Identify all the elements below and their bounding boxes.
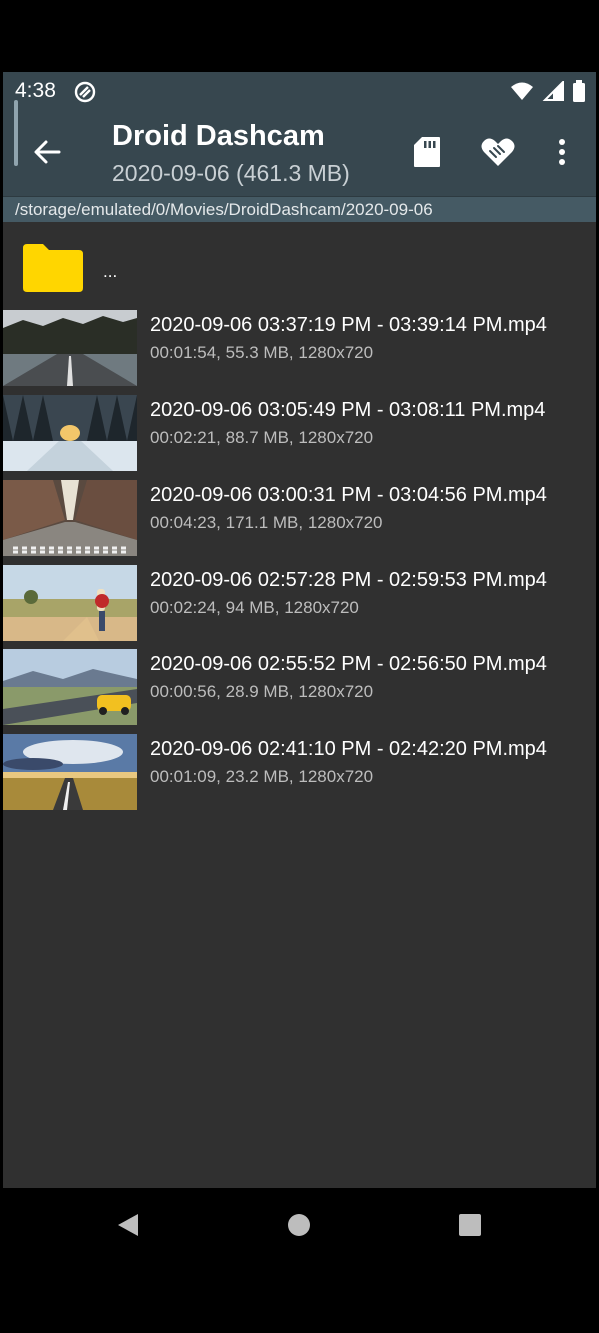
file-item[interactable]: 2020-09-06 03:05:49 PM - 03:08:11 PM.mp4… <box>3 395 596 475</box>
system-nav-bar <box>0 1188 599 1260</box>
folder-icon <box>23 244 83 292</box>
video-thumbnail <box>3 480 137 556</box>
screen: 4:38 Droid Dashcam 2020-09-06 (461.3 MB) <box>0 0 599 1333</box>
file-meta: 00:02:21, 88.7 MB, 1280x720 <box>150 428 374 447</box>
battery-icon <box>572 80 586 107</box>
sd-card-icon <box>414 137 440 167</box>
status-time: 4:38 <box>15 79 56 102</box>
path-text: /storage/emulated/0/Movies/DroidDashcam/… <box>15 200 433 219</box>
file-list: ... 2020-09-06 03:37:19 PM - 03:39:14 PM… <box>3 222 596 1188</box>
app-bar: Droid Dashcam 2020-09-06 (461.3 MB) <box>3 110 596 196</box>
parent-folder-label: ... <box>103 262 118 281</box>
nav-home-button[interactable] <box>282 1208 316 1242</box>
file-meta: 00:01:09, 23.2 MB, 1280x720 <box>150 767 374 786</box>
nav-back-button[interactable] <box>111 1208 145 1242</box>
file-name: 2020-09-06 03:05:49 PM - 03:08:11 PM.mp4 <box>150 399 546 421</box>
file-meta: 00:00:56, 28.9 MB, 1280x720 <box>150 682 374 701</box>
more-vert-icon <box>559 139 565 165</box>
video-thumbnail <box>3 395 137 471</box>
back-nav-icon <box>118 1214 138 1236</box>
signal-icon <box>542 79 564 106</box>
file-name: 2020-09-06 03:37:19 PM - 03:39:14 PM.mp4 <box>150 314 547 336</box>
file-name: 2020-09-06 02:55:52 PM - 02:56:50 PM.mp4 <box>150 653 547 675</box>
video-thumbnail <box>3 310 137 386</box>
file-item[interactable]: 2020-09-06 02:41:10 PM - 02:42:20 PM.mp4… <box>3 734 596 814</box>
video-thumbnail <box>3 734 137 810</box>
wifi-icon <box>510 81 534 106</box>
nav-recents-button[interactable] <box>453 1208 487 1242</box>
video-thumbnail <box>3 565 137 641</box>
file-meta: 00:02:24, 94 MB, 1280x720 <box>150 598 359 617</box>
app-title: Droid Dashcam <box>112 120 325 152</box>
file-meta: 00:04:23, 171.1 MB, 1280x720 <box>150 513 383 532</box>
home-nav-icon <box>288 1214 310 1236</box>
sync-icon <box>73 80 97 104</box>
file-item[interactable]: 2020-09-06 02:57:28 PM - 02:59:53 PM.mp4… <box>3 565 596 645</box>
handshake-icon <box>481 138 515 166</box>
file-meta: 00:01:54, 55.3 MB, 1280x720 <box>150 343 374 362</box>
parent-folder-item[interactable]: ... <box>3 222 596 308</box>
file-item[interactable]: 2020-09-06 03:00:31 PM - 03:04:56 PM.mp4… <box>3 480 596 560</box>
sd-card-button[interactable] <box>407 132 447 172</box>
status-bar: 4:38 <box>3 72 596 110</box>
edge-indicator <box>14 100 18 166</box>
recents-nav-icon <box>459 1214 481 1236</box>
arrow-back-icon <box>34 140 61 164</box>
file-item[interactable]: 2020-09-06 02:55:52 PM - 02:56:50 PM.mp4… <box>3 649 596 729</box>
path-bar: /storage/emulated/0/Movies/DroidDashcam/… <box>3 196 596 222</box>
file-item[interactable]: 2020-09-06 03:37:19 PM - 03:39:14 PM.mp4… <box>3 310 596 390</box>
more-options-button[interactable] <box>542 132 582 172</box>
video-thumbnail <box>3 649 137 725</box>
support-button[interactable] <box>478 132 518 172</box>
file-name: 2020-09-06 02:57:28 PM - 02:59:53 PM.mp4 <box>150 569 547 591</box>
file-name: 2020-09-06 03:00:31 PM - 03:04:56 PM.mp4 <box>150 484 547 506</box>
status-icons <box>510 79 586 107</box>
file-name: 2020-09-06 02:41:10 PM - 02:42:20 PM.mp4 <box>150 738 547 760</box>
back-button[interactable] <box>29 134 65 170</box>
app-subtitle: 2020-09-06 (461.3 MB) <box>112 160 350 186</box>
